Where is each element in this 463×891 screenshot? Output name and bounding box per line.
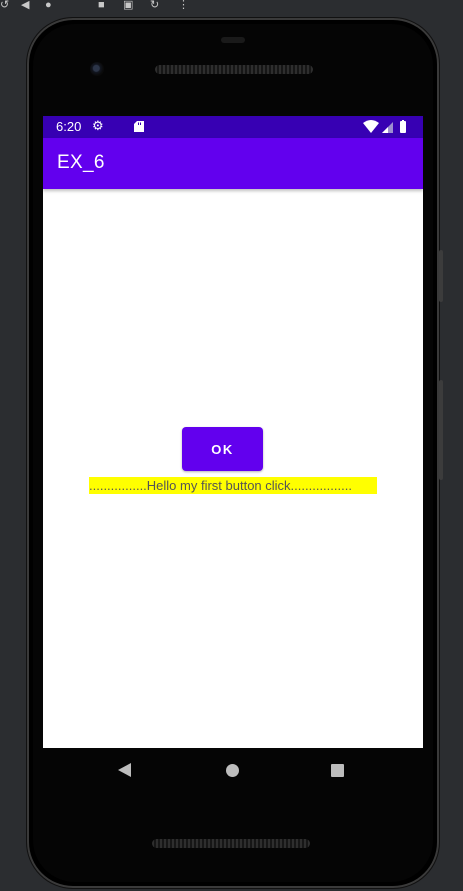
nav-recents-icon[interactable]: [331, 764, 344, 777]
status-time: 6:20: [56, 119, 82, 134]
sensor-pill: [221, 37, 245, 43]
rotate-icon[interactable]: ↻: [150, 0, 159, 11]
status-right-icons: [363, 120, 406, 133]
back-icon[interactable]: ◀: [21, 0, 29, 11]
signal-icon: [382, 122, 393, 133]
nav-home-icon[interactable]: [226, 764, 239, 777]
ok-button[interactable]: OK: [182, 427, 263, 471]
screenshot-icon[interactable]: ▣: [123, 0, 133, 11]
wifi-icon: [363, 120, 379, 133]
more-icon[interactable]: ⋮: [178, 0, 189, 11]
bottom-speaker: [152, 839, 310, 848]
earpiece-speaker: [155, 65, 313, 74]
volume-button[interactable]: [439, 250, 443, 302]
device-screen: 6:20 ⚙ EX_6 OK ................Hello my …: [43, 116, 423, 748]
nav-back-icon[interactable]: [118, 763, 131, 777]
battery-icon: [400, 120, 406, 133]
app-title: EX_6: [57, 152, 105, 173]
stop-icon[interactable]: ■: [98, 0, 105, 11]
status-bar: 6:20 ⚙: [43, 116, 423, 138]
message-text: ................Hello my first button cl…: [89, 477, 377, 494]
settings-icon: ⚙: [92, 118, 104, 133]
sd-card-icon: [134, 121, 144, 132]
front-camera-icon: [90, 62, 104, 76]
app-bar: EX_6: [43, 138, 423, 189]
rotate-left-icon[interactable]: ↺: [0, 0, 9, 11]
home-icon[interactable]: ●: [45, 0, 52, 11]
power-button[interactable]: [439, 380, 443, 480]
emulator-toolbar: ↺ ◀ ● ■ ▣ ↻ ⋮: [0, 0, 463, 14]
